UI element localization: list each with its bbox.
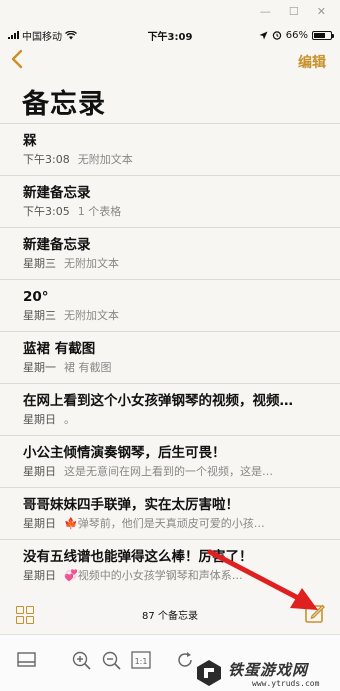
watermark-url: www.ytruds.com bbox=[252, 679, 320, 688]
note-preview: 裙 有截图 bbox=[64, 361, 112, 374]
zoom-in-icon[interactable] bbox=[70, 649, 92, 671]
note-date: 星期日 bbox=[23, 517, 56, 530]
note-preview: 1 个表格 bbox=[77, 205, 122, 218]
list-item[interactable]: 新建备忘录 星期三 无附加文本 bbox=[0, 227, 340, 279]
note-title: 新建备忘录 bbox=[23, 185, 91, 201]
note-count: 87 个备忘录 bbox=[142, 611, 198, 622]
compose-icon[interactable] bbox=[304, 602, 326, 624]
note-date: 星期日 bbox=[23, 413, 56, 426]
list-item[interactable]: 没有五线谱也能弹得这么棒！厉害了！ 星期日 💞视频中的小女孩学钢琴和声体系… bbox=[0, 539, 340, 591]
page-title: 备忘录 bbox=[22, 89, 106, 120]
note-preview: 🍁弹琴前，他们是天真顽皮可爱的小孩… bbox=[64, 517, 265, 530]
chevron-left-icon bbox=[11, 49, 23, 69]
battery-percent: 66% bbox=[285, 29, 308, 41]
note-title: 哥哥妹妹四手联弹，实在太厉害啦！ bbox=[23, 497, 239, 513]
alarm-icon bbox=[272, 31, 281, 40]
note-title: 没有五线谱也能弹得这么棒！厉害了！ bbox=[23, 549, 253, 565]
viewer-toolbar: 1:1 铁蛋游戏网 www.ytruds.com bbox=[0, 634, 340, 691]
carrier-name: 中国移动 bbox=[22, 31, 62, 43]
note-preview: 。 bbox=[64, 413, 75, 426]
note-title: 新建备忘录 bbox=[23, 237, 91, 253]
note-title: 槑 bbox=[23, 133, 37, 149]
watermark-logo bbox=[197, 660, 221, 686]
list-item[interactable]: 蓝裙 有截图 星期一裙 有截图 bbox=[0, 331, 340, 383]
list-item[interactable]: 哥哥妹妹四手联弹，实在太厉害啦！ 星期日 🍁弹琴前，他们是天真顽皮可爱的小孩… bbox=[0, 487, 340, 539]
minimize-icon[interactable]: — bbox=[260, 5, 271, 18]
actual-size-icon[interactable]: 1:1 bbox=[130, 649, 152, 671]
note-title: 20° bbox=[23, 289, 49, 305]
note-title: 蓝裙 有截图 bbox=[23, 341, 96, 357]
panel-icon[interactable] bbox=[16, 649, 38, 671]
note-date: 星期日 bbox=[23, 465, 56, 478]
note-date: 下午3:08 bbox=[23, 153, 70, 166]
signal-icon bbox=[8, 31, 19, 39]
note-preview: 无附加文本 bbox=[77, 153, 133, 166]
note-preview: 💞视频中的小女孩学钢琴和声体系… bbox=[64, 569, 243, 582]
wifi-icon bbox=[65, 30, 77, 39]
notes-list: 槑 下午3:08 无附加文本 新建备忘录 下午3:05 1 个表格 新建备忘录 星期… bbox=[0, 123, 340, 591]
back-button[interactable] bbox=[10, 48, 24, 76]
note-date: 星期日 bbox=[23, 569, 56, 582]
watermark-text: 铁蛋游戏网 bbox=[228, 661, 309, 679]
note-title: 在网上看到这个小女孩弹钢琴的视频，视频… bbox=[23, 393, 293, 409]
location-icon bbox=[259, 31, 268, 39]
close-icon[interactable]: ✕ bbox=[317, 5, 326, 18]
maximize-icon[interactable]: ☐ bbox=[289, 5, 299, 18]
rotate-icon[interactable] bbox=[174, 649, 196, 671]
battery-icon bbox=[312, 30, 334, 40]
list-item[interactable]: 槑 下午3:08 无附加文本 bbox=[0, 123, 340, 175]
note-title: 小公主倾情演奏钢琴，后生可畏！ bbox=[23, 445, 226, 461]
svg-text:1:1: 1:1 bbox=[135, 657, 148, 666]
note-preview: 无附加文本 bbox=[64, 257, 119, 270]
bottom-toolbar: 87 个备忘录 bbox=[0, 592, 340, 630]
note-date: 下午3:05 bbox=[23, 205, 70, 218]
list-item[interactable]: 小公主倾情演奏钢琴，后生可畏！ 星期日 这是无意间在网上看到的一个视频，这是… bbox=[0, 435, 340, 487]
note-date: 星期三 bbox=[23, 309, 56, 322]
note-preview: 这是无意间在网上看到的一个视频，这是… bbox=[64, 465, 273, 478]
watermark: 铁蛋游戏网 www.ytruds.com bbox=[194, 657, 334, 691]
list-item[interactable]: 20° 星期三 无附加文本 bbox=[0, 279, 340, 331]
note-date: 星期三 bbox=[23, 257, 56, 270]
status-bar: 中国移动 下午3:09 66% bbox=[0, 26, 340, 44]
status-time: 下午3:09 bbox=[147, 31, 193, 43]
window-controls: — ☐ ✕ bbox=[0, 0, 340, 22]
note-date: 星期一 bbox=[23, 361, 56, 374]
list-item[interactable]: 新建备忘录 下午3:05 1 个表格 bbox=[0, 175, 340, 227]
list-item[interactable]: 在网上看到这个小女孩弹钢琴的视频，视频… 星期日。 bbox=[0, 383, 340, 435]
nav-bar: 编辑 bbox=[0, 48, 340, 74]
zoom-out-icon[interactable] bbox=[100, 649, 122, 671]
note-preview: 无附加文本 bbox=[64, 309, 119, 322]
edit-button[interactable]: 编辑 bbox=[298, 52, 326, 72]
